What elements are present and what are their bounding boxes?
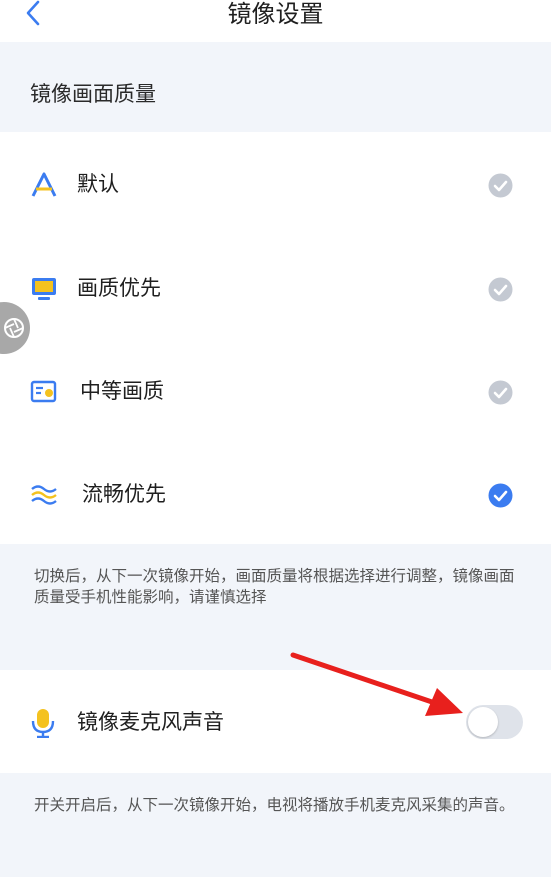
- quality-options-list: 默认 画质优先 中等画质 流畅优先: [0, 132, 551, 544]
- toggle-knob: [468, 707, 498, 737]
- option-label: 流畅优先: [82, 482, 166, 506]
- quality-option-medium[interactable]: 中等画质: [0, 338, 551, 441]
- waves-icon: [31, 485, 57, 505]
- check-icon-selected: [488, 483, 513, 508]
- monitor-icon: [32, 278, 56, 300]
- check-icon: [488, 173, 513, 198]
- quality-option-smooth[interactable]: 流畅优先: [0, 441, 551, 544]
- quality-option-quality-first[interactable]: 画质优先: [0, 235, 551, 338]
- shutter-icon: [4, 318, 24, 338]
- mic-toggle[interactable]: [466, 705, 523, 739]
- check-icon: [488, 277, 513, 302]
- letter-a-icon: [31, 172, 57, 197]
- check-icon: [488, 380, 513, 405]
- quality-option-default[interactable]: 默认: [0, 132, 551, 235]
- quality-hint-text: 切换后，从下一次镜像开始，画面质量将根据选择进行调整，镜像画面质量受手机性能影响…: [34, 567, 515, 606]
- option-label: 默认: [77, 172, 119, 196]
- id-card-icon: [30, 380, 57, 403]
- option-label: 中等画质: [80, 379, 164, 403]
- page-title: 镜像设置: [227, 0, 324, 28]
- mic-hint-area: [0, 773, 551, 877]
- section-title: 镜像画面质量: [30, 82, 156, 106]
- option-label: 画质优先: [77, 276, 161, 300]
- microphone-icon: [31, 709, 55, 738]
- mic-label: 镜像麦克风声音: [77, 710, 224, 734]
- mic-hint-text: 开关开启后，从下一次镜像开始，电视将播放手机麦克风采集的声音。: [34, 796, 515, 814]
- top-bar: 镜像设置: [0, 0, 551, 42]
